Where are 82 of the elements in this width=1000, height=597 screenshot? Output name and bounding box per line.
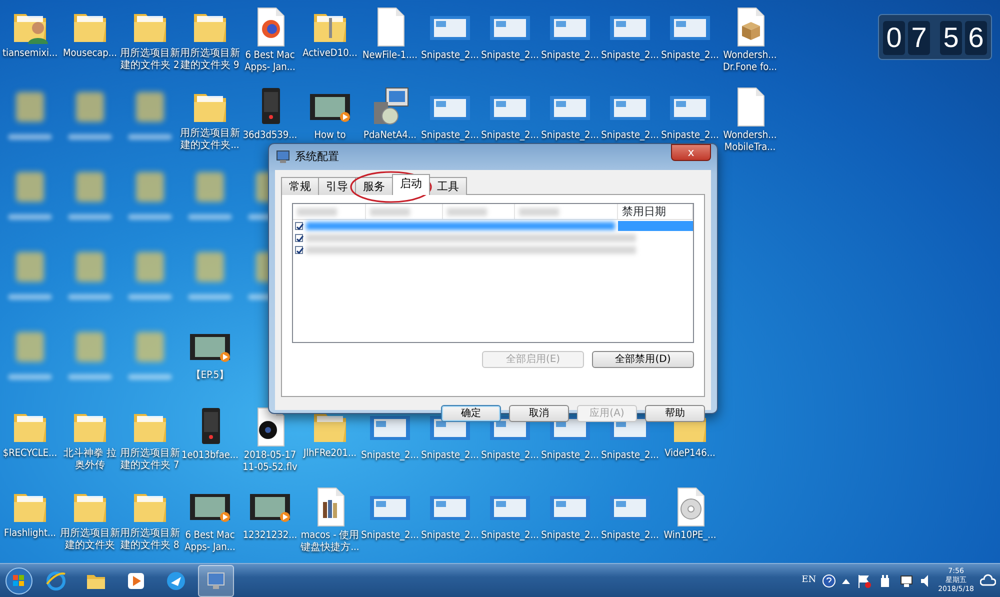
checkbox[interactable] [295,246,303,254]
file-label[interactable]: Snipaste_2... [420,50,480,62]
clock-digit: 6 [965,21,987,55]
file-label[interactable]: Snipaste_2... [420,130,480,142]
file-label[interactable]: Snipaste_2... [480,530,540,542]
video-thumbnail-icon [309,93,351,125]
file-label[interactable]: 用所选项目新建的文件夹 7 [120,448,180,472]
file-label[interactable]: macos - 使用键盘快捷方... [300,530,360,554]
bird-app-icon [165,570,187,592]
file-label[interactable]: PdaNetA4... [360,130,420,142]
up-arrow-icon [842,576,850,584]
flag-icon [856,574,872,588]
file-label[interactable]: Snipaste_2... [360,530,420,542]
network-icon [898,574,914,588]
file-label[interactable]: Snipaste_2... [600,130,660,142]
file-label[interactable]: Snipaste_2... [660,50,720,62]
dialog-button[interactable]: 帮助 [645,405,705,422]
file-label[interactable]: Snipaste_2... [540,530,600,542]
file-label[interactable]: Win10PE_... [660,530,720,542]
start-button-icon [4,566,34,596]
file-label[interactable]: Snipaste_2... [480,130,540,142]
window-title: 系统配置 [295,148,339,165]
file-label[interactable]: 用所选项目新建的文件夹 8 [120,528,180,552]
checkbox[interactable] [295,234,303,242]
file-label[interactable]: Snipaste_2... [480,450,540,462]
close-button[interactable]: x [671,144,711,161]
file-label[interactable]: Snipaste_2... [660,130,720,142]
file-label[interactable]: Snipaste_2... [600,530,660,542]
column-header[interactable]: 禁用日期 [618,204,693,219]
file-label[interactable]: How to [300,130,360,142]
file-label[interactable]: 1e013bfae... [180,450,240,462]
tab[interactable]: 工具 [429,177,467,195]
file-label[interactable]: 12321232... [240,530,300,542]
file-label[interactable]: 用所选项目新建的文件夹 [60,528,120,552]
file-label[interactable]: $RECYCLE... [0,448,60,460]
video-thumbnail-icon [189,333,231,365]
file-label[interactable]: VideP146... [660,448,720,460]
file-label[interactable]: Snipaste_2... [360,450,420,462]
help-icon [822,574,836,588]
tab[interactable]: 引导 [318,177,356,195]
file-label[interactable]: 【EP.5】 [180,370,240,382]
computer-settings-icon [205,570,227,592]
language-indicator[interactable]: EN [802,574,816,588]
computer-icon [275,150,291,164]
clock-digit: 0 [883,21,905,55]
file-label[interactable]: Snipaste_2... [600,450,660,462]
clock-digit: 7 [908,21,930,55]
file-label[interactable]: Snipaste_2... [420,530,480,542]
file-label[interactable]: 36d3d539... [240,130,300,142]
file-label[interactable]: JlhFRe201... [300,448,360,460]
file-label[interactable]: Snipaste_2... [540,50,600,62]
cloud-icon [980,574,996,588]
file-label[interactable]: Flashlight... [0,528,60,540]
clock-digit: 5 [940,21,962,55]
video-thumbnail-icon [189,493,231,525]
file-label[interactable]: tiansemixi... [0,48,60,60]
file-label[interactable]: Snipaste_2... [480,50,540,62]
file-label[interactable]: NewFile-1.... [360,50,420,62]
tab[interactable]: 启动 [392,174,430,195]
checkbox[interactable] [295,222,303,230]
file-label[interactable]: Mousecap... [60,48,120,60]
list-button[interactable]: 全部禁用(D) [592,351,694,368]
file-label[interactable]: Snipaste_2... [420,450,480,462]
file-label[interactable]: Wondersh... MobileTra... [720,130,780,154]
dialog-button[interactable]: 取消 [509,405,569,422]
file-label[interactable]: 用所选项目新建的文件夹 9 [180,48,240,72]
tab[interactable]: 常规 [281,177,319,195]
file-label[interactable]: Snipaste_2... [540,130,600,142]
file-label[interactable]: 2018-05-17 11-05-52.flv [240,450,300,474]
file-label[interactable]: Snipaste_2... [540,450,600,462]
tab[interactable]: 服务 [355,177,393,195]
file-label[interactable]: 北斗神拳 拉奥外传 [60,448,120,472]
file-label[interactable]: 用所选项目新建的文件夹 2 [120,48,180,72]
file-label[interactable]: 6 Best Mac Apps- Jan... [240,50,300,74]
dialog-button[interactable]: 确定 [441,405,501,422]
file-label[interactable]: Snipaste_2... [600,50,660,62]
browser-icon [45,570,67,592]
file-label[interactable]: 6 Best Mac Apps- Jan... [180,530,240,554]
file-label[interactable]: ActiveD10... [300,48,360,60]
file-label[interactable]: Wondersh... Dr.Fone fo... [720,50,780,74]
video-thumbnail-icon [249,493,291,525]
file-label[interactable]: 用所选项目新建的文件夹... [180,128,240,152]
